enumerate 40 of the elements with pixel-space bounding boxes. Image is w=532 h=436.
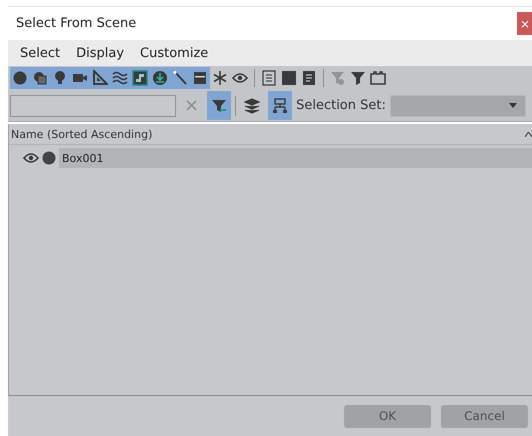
search-field[interactable]	[10, 94, 176, 116]
lightbulb-icon	[52, 70, 68, 86]
hierarchy-icon	[272, 98, 288, 114]
square-icon	[281, 70, 297, 86]
filter-gear-icon	[330, 70, 346, 86]
menu-item[interactable]: Display	[68, 46, 132, 60]
toggle-button[interactable]	[268, 91, 292, 120]
document-icon	[261, 70, 277, 86]
menu-item[interactable]: Customize	[132, 46, 216, 60]
toolbar-button[interactable]	[110, 67, 130, 89]
layers-icon	[244, 98, 260, 114]
window-box-icon	[132, 70, 148, 86]
column-header[interactable]: Name (Sorted Ascending)	[11, 128, 152, 140]
menu-item[interactable]: Select	[12, 46, 68, 60]
object-name[interactable]: Box001	[59, 148, 532, 168]
toolbar-button[interactable]	[10, 67, 30, 89]
container-icon	[370, 70, 386, 86]
waves-icon	[112, 70, 128, 86]
toolbar-button[interactable]	[150, 67, 170, 89]
toolbar-button[interactable]	[130, 67, 150, 89]
caret-icon	[508, 103, 517, 108]
archive-icon	[192, 70, 208, 86]
toolbar-button[interactable]	[90, 67, 110, 89]
dark-document-icon	[301, 70, 317, 86]
toggle-button[interactable]	[207, 91, 232, 120]
toolbar-button[interactable]	[70, 67, 90, 89]
toolbar-button[interactable]	[190, 67, 210, 89]
visibility-icon[interactable]	[23, 150, 39, 166]
wand-icon	[172, 70, 188, 86]
shapes-icon	[32, 70, 48, 86]
window-title: Select From Scene	[15, 16, 136, 31]
close-button[interactable]: ×	[517, 12, 532, 35]
triangle-ruler-icon	[92, 70, 108, 86]
filter-arrow-icon	[211, 98, 228, 114]
sphere-icon	[12, 70, 28, 86]
object-icon	[42, 151, 56, 165]
selection-set-label: Selection Set:	[296, 98, 386, 113]
filter-icon	[350, 70, 366, 86]
download-icon	[152, 70, 168, 86]
eye-icon	[232, 70, 248, 86]
